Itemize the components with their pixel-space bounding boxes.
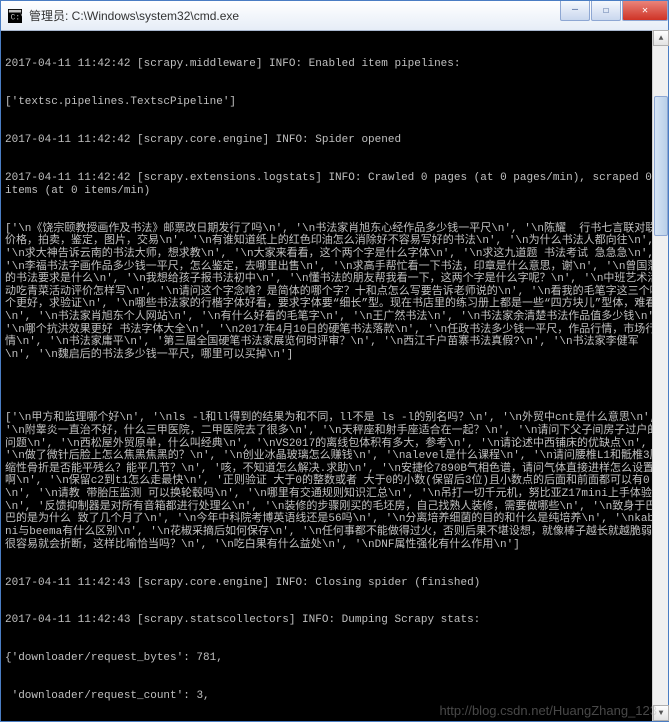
scroll-up-button[interactable]: ▲ xyxy=(653,30,669,46)
titlebar[interactable]: C:\ 管理员: C:\Windows\system32\cmd.exe — ☐… xyxy=(1,1,668,31)
log-line: ['textsc.pipelines.TextscPipeline'] xyxy=(5,96,664,109)
log-line: 2017-04-11 11:42:42 [scrapy.core.engine]… xyxy=(5,134,664,147)
log-line: 2017-04-11 11:42:42 [scrapy.middleware] … xyxy=(5,58,664,71)
scroll-down-button[interactable]: ▼ xyxy=(653,705,669,721)
vertical-scrollbar[interactable]: ▲ ▼ xyxy=(652,30,668,721)
cmd-icon: C:\ xyxy=(7,8,23,24)
window-title: 管理员: C:\Windows\system32\cmd.exe xyxy=(29,7,559,24)
close-button[interactable]: ✕ xyxy=(622,1,668,21)
maximize-button[interactable]: ☐ xyxy=(591,1,621,21)
scroll-track[interactable] xyxy=(653,46,668,705)
svg-text:C:\: C:\ xyxy=(11,13,22,22)
log-line: 2017-04-11 11:42:42 [scrapy.extensions.l… xyxy=(5,172,664,197)
log-line: ['\n《饶宗颐教授画作及书法》邮票改日期发行了吗\n', '\n书法家肖旭东心… xyxy=(5,223,664,362)
terminal-output[interactable]: 2017-04-11 11:42:42 [scrapy.middleware] … xyxy=(1,31,668,721)
window-controls: — ☐ ✕ xyxy=(559,1,668,21)
log-line: 2017-04-11 11:42:43 [scrapy.statscollect… xyxy=(5,614,664,627)
log-line: 2017-04-11 11:42:43 [scrapy.core.engine]… xyxy=(5,577,664,590)
minimize-button[interactable]: — xyxy=(560,1,590,21)
log-line: 'downloader/request_count': 3, xyxy=(5,690,664,703)
log-line: {'downloader/request_bytes': 781, xyxy=(5,652,664,665)
log-line: ['\n甲方和监理哪个好\n', '\nls -l和ll得到的结果为和不同，ll… xyxy=(5,412,664,551)
scroll-thumb[interactable] xyxy=(654,96,668,236)
cmd-window: C:\ 管理员: C:\Windows\system32\cmd.exe — ☐… xyxy=(0,0,669,722)
